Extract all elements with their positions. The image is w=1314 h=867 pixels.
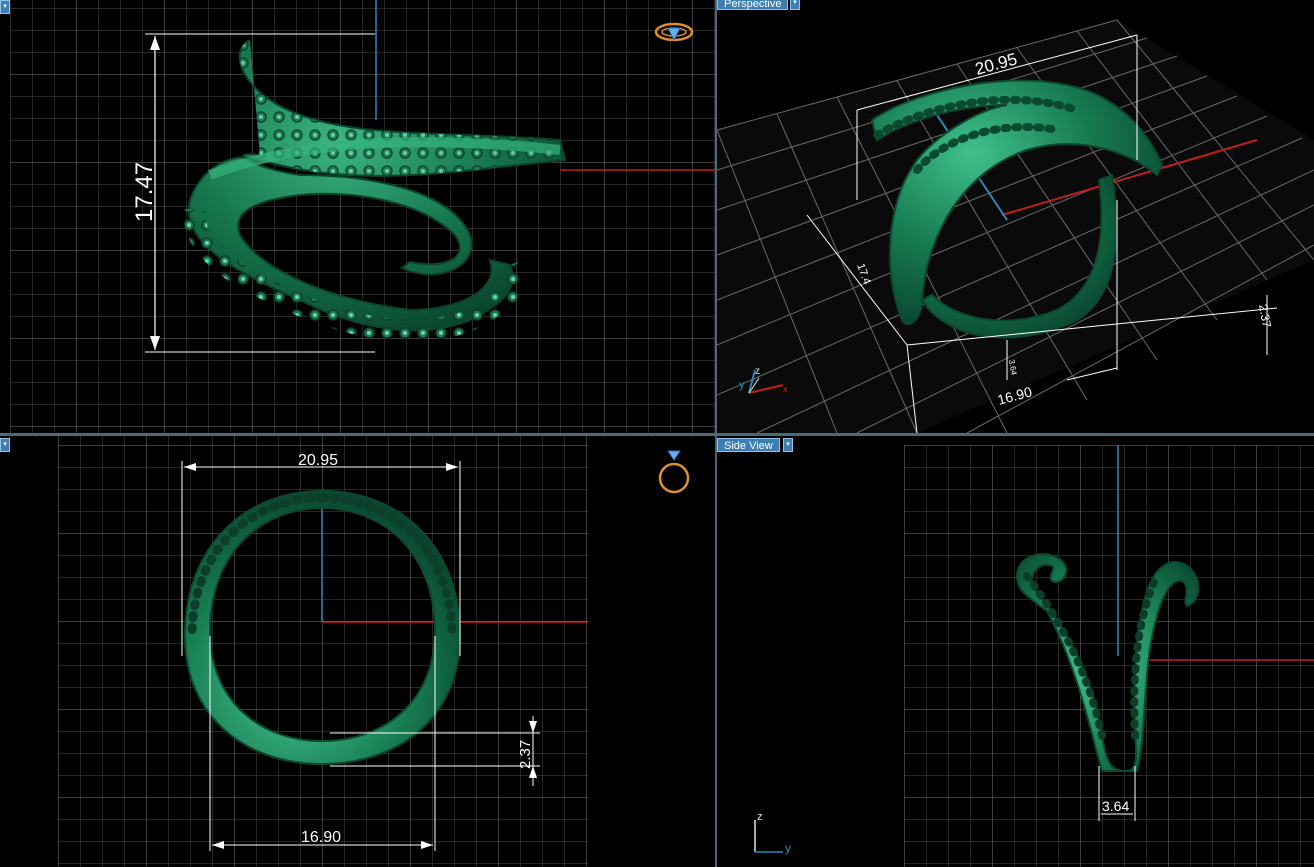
viewport-splitter-horizontal[interactable] (0, 433, 1314, 436)
viewport-top-canvas: 17.47 (10, 0, 715, 433)
dim-band-label: 3.64 (1102, 798, 1129, 814)
axis-gizmo-side (754, 820, 783, 853)
axis-z-label: z (755, 366, 760, 377)
viewport-menu-arrow[interactable]: ▾ (790, 0, 800, 10)
viewport-side[interactable]: 3.64 z y Side View ▾ (717, 436, 1314, 867)
viewport-front-canvas: 20.95 16.90 2.37 (58, 436, 690, 867)
viewport-menu-arrow[interactable]: ▾ (0, 0, 10, 14)
viewport-side-canvas: 3.64 z y (754, 445, 1314, 867)
dim-inner-label: 16.90 (301, 829, 341, 846)
viewport-menu-arrow[interactable]: ▾ (783, 438, 793, 452)
tab-perspective[interactable]: Perspective (717, 0, 789, 10)
dim-height-label: 17.47 (131, 162, 158, 222)
ring-front-icon[interactable] (658, 450, 690, 494)
axis-y-label: y (785, 841, 791, 855)
viewport-menu-arrow[interactable]: ▾ (0, 438, 10, 452)
axis-x-label: x (783, 384, 788, 394)
viewport-front[interactable]: 20.95 16.90 2.37 ▾ (0, 436, 715, 867)
axis-z-label: z (757, 811, 763, 823)
viewport-top[interactable]: 17.47 ▾ (0, 0, 715, 433)
viewport-perspective-canvas: 20.95 17.4 2.37 16.90 3.64 x y z (717, 19, 1314, 433)
dim-thickness-label: 2.37 (1256, 303, 1274, 329)
tab-side-view[interactable]: Side View (717, 438, 780, 452)
dim-width-label: 20.95 (298, 452, 338, 469)
dim-thickness-label: 2.37 (517, 740, 534, 769)
axis-y-label: y (739, 379, 745, 391)
viewport-perspective[interactable]: 20.95 17.4 2.37 16.90 3.64 x y z Perspec… (717, 0, 1314, 433)
